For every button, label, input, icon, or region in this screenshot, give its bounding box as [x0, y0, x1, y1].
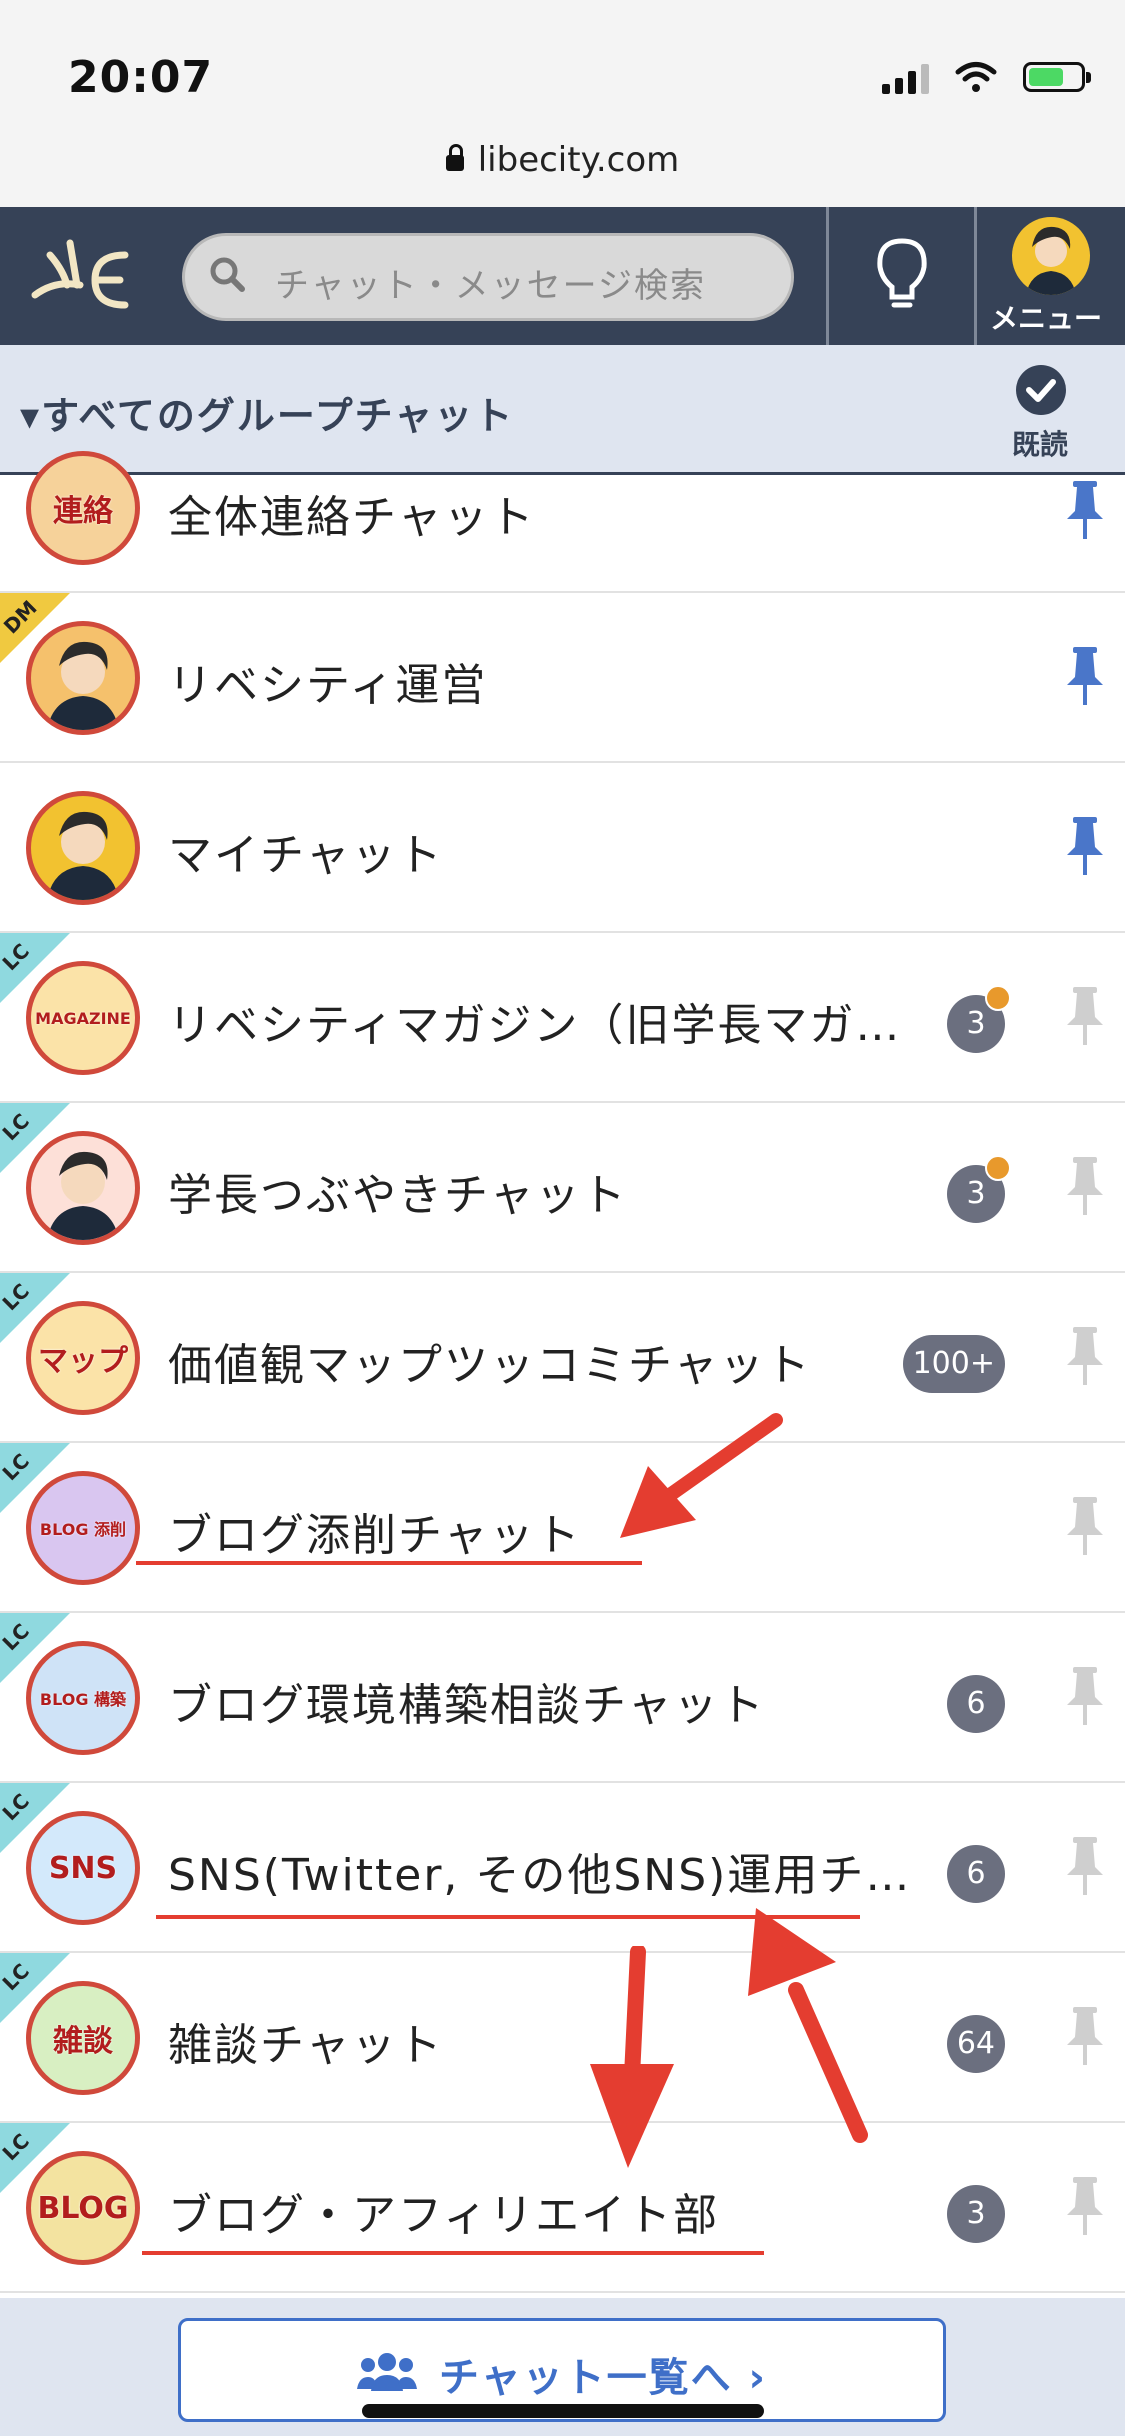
chat-avatar-text: 連絡	[53, 494, 113, 529]
chat-avatar	[26, 791, 140, 905]
unread-count-badge: 6	[947, 1675, 1005, 1733]
chat-avatar-text: BLOG 構築	[39, 1690, 127, 1709]
chat-row[interactable]: LC 雑談 雑談チャット 64	[0, 1953, 1125, 2123]
search-icon	[210, 257, 245, 292]
app-header: チャット・メッセージ検索 メニュー	[0, 207, 1125, 345]
pin-icon[interactable]	[1065, 1325, 1105, 1387]
search-input[interactable]: チャット・メッセージ検索	[182, 233, 794, 321]
chat-avatar: 連絡	[26, 451, 140, 565]
chat-row[interactable]: LC MAGAZINE リベシティマガジン（旧学長マガ… 3	[0, 933, 1125, 1103]
check-icon[interactable]	[1016, 365, 1066, 415]
chat-row[interactable]: LC マップ 価値観マップツッコミチャット 100+	[0, 1273, 1125, 1443]
chat-avatar-text: BLOG 添削	[39, 1520, 127, 1539]
chat-avatar: BLOG 添削	[26, 1471, 140, 1585]
menu-label[interactable]: メニュー	[990, 297, 1102, 337]
chat-avatar-text: BLOG	[37, 2190, 129, 2226]
status-bar: 20:07 libecity.com	[0, 0, 1125, 207]
address-bar[interactable]: libecity.com	[0, 140, 1125, 180]
pin-icon[interactable]	[1065, 1835, 1105, 1897]
chat-row[interactable]: LC BLOG 構築 ブログ環境構築相談チャット 6	[0, 1613, 1125, 1783]
chat-avatar	[26, 1131, 140, 1245]
chat-name: SNS(Twitter, その他SNS)運用チ…	[168, 1850, 912, 1901]
libecity-logo[interactable]	[25, 225, 145, 325]
cellular-signal-icon	[882, 60, 929, 94]
annotation-arrow	[620, 1413, 783, 1538]
pin-icon[interactable]	[1065, 645, 1105, 707]
chat-avatar: BLOG	[26, 2151, 140, 2265]
chat-avatar: SNS	[26, 1811, 140, 1925]
header-divider	[974, 207, 977, 345]
chat-avatar-text: 雑談	[53, 2024, 113, 2059]
unread-count-badge: 3	[947, 2185, 1005, 2243]
annotation-underline	[136, 1561, 642, 1565]
chat-avatar: マップ	[26, 1301, 140, 1415]
wifi-icon	[955, 62, 997, 92]
pin-icon[interactable]	[1065, 2175, 1105, 2237]
chat-name: マイチャット	[168, 830, 444, 881]
lock-icon	[445, 144, 464, 171]
chat-list: 連絡 全体連絡チャット DM リベシティ運営 マイチャット LC MAGAZINE リベシティ…	[0, 451, 1125, 2293]
unread-count-badge: 6	[947, 1845, 1005, 1903]
system-icons	[882, 60, 1091, 94]
pin-icon[interactable]	[1065, 1495, 1105, 1557]
chat-list-button-label: チャット一覧へ ›	[439, 2355, 768, 2401]
chat-avatar-text: SNS	[48, 1850, 118, 1886]
pin-icon[interactable]	[1065, 2005, 1105, 2067]
header-divider	[826, 207, 829, 345]
home-indicator[interactable]	[362, 2404, 764, 2418]
pin-icon[interactable]	[1065, 1665, 1105, 1727]
lightbulb-icon[interactable]	[872, 235, 932, 315]
search-placeholder: チャット・メッセージ検索	[275, 266, 706, 306]
pin-icon[interactable]	[1065, 479, 1105, 541]
group-dropdown[interactable]: ▾すべてのグループチャット	[20, 385, 514, 440]
chat-row[interactable]: マイチャット	[0, 763, 1125, 933]
character-icon	[47, 641, 119, 730]
mention-dot	[985, 1155, 1011, 1181]
chat-avatar: 雑談	[26, 1981, 140, 2095]
chat-name: 全体連絡チャット	[168, 492, 536, 543]
chat-name: 雑談チャット	[168, 2020, 444, 2071]
annotation-arrow	[748, 1908, 868, 2143]
mention-dot	[985, 985, 1011, 1011]
chat-avatar: MAGAZINE	[26, 961, 140, 1075]
menu-avatar[interactable]	[1012, 217, 1090, 295]
pin-icon[interactable]	[1065, 985, 1105, 1047]
chat-avatar-text: マップ	[38, 1344, 128, 1379]
chat-row[interactable]: DM リベシティ運営	[0, 593, 1125, 763]
chat-row[interactable]: LC BLOG ブログ・アフィリエイト部 3	[0, 2123, 1125, 2293]
annotation-arrow	[590, 1946, 674, 2168]
chat-name: ブログ・アフィリエイト部	[168, 2190, 720, 2241]
chat-row[interactable]: 連絡 全体連絡チャット	[0, 451, 1125, 593]
unread-count-badge: 100+	[902, 1335, 1005, 1393]
group-header: ▾すべてのグループチャット 既読	[0, 345, 1125, 475]
unread-count-badge: 64	[946, 2015, 1005, 2073]
chat-name: 価値観マップツッコミチャット	[168, 1340, 812, 1391]
url-text: libecity.com	[477, 140, 680, 180]
chat-avatar	[26, 621, 140, 735]
users-icon	[357, 2353, 417, 2391]
chat-row[interactable]: LC BLOG 添削 ブログ添削チャット	[0, 1443, 1125, 1613]
user-avatar-icon	[1026, 226, 1076, 295]
chat-row[interactable]: LC 学長つぶやきチャット 3	[0, 1103, 1125, 1273]
chat-name: ブログ添削チャット	[168, 1510, 582, 1561]
chat-row[interactable]: LC SNS SNS(Twitter, その他SNS)運用チ… 6	[0, 1783, 1125, 1953]
status-time: 20:07	[68, 52, 214, 103]
character-icon	[47, 1151, 119, 1240]
pin-icon[interactable]	[1065, 815, 1105, 877]
mark-read-label[interactable]: 既読	[1012, 423, 1068, 463]
character-icon	[47, 811, 119, 900]
chat-avatar: BLOG 構築	[26, 1641, 140, 1755]
chat-name: 学長つぶやきチャット	[168, 1170, 628, 1221]
battery-icon	[1023, 62, 1091, 92]
chat-name: リベシティマガジン（旧学長マガ…	[168, 1000, 902, 1051]
annotation-underline	[142, 2251, 764, 2255]
chat-name: リベシティ運営	[168, 660, 488, 711]
pin-icon[interactable]	[1065, 1155, 1105, 1217]
chat-name: ブログ環境構築相談チャット	[168, 1680, 766, 1731]
chat-avatar-text: MAGAZINE	[35, 1008, 131, 1028]
